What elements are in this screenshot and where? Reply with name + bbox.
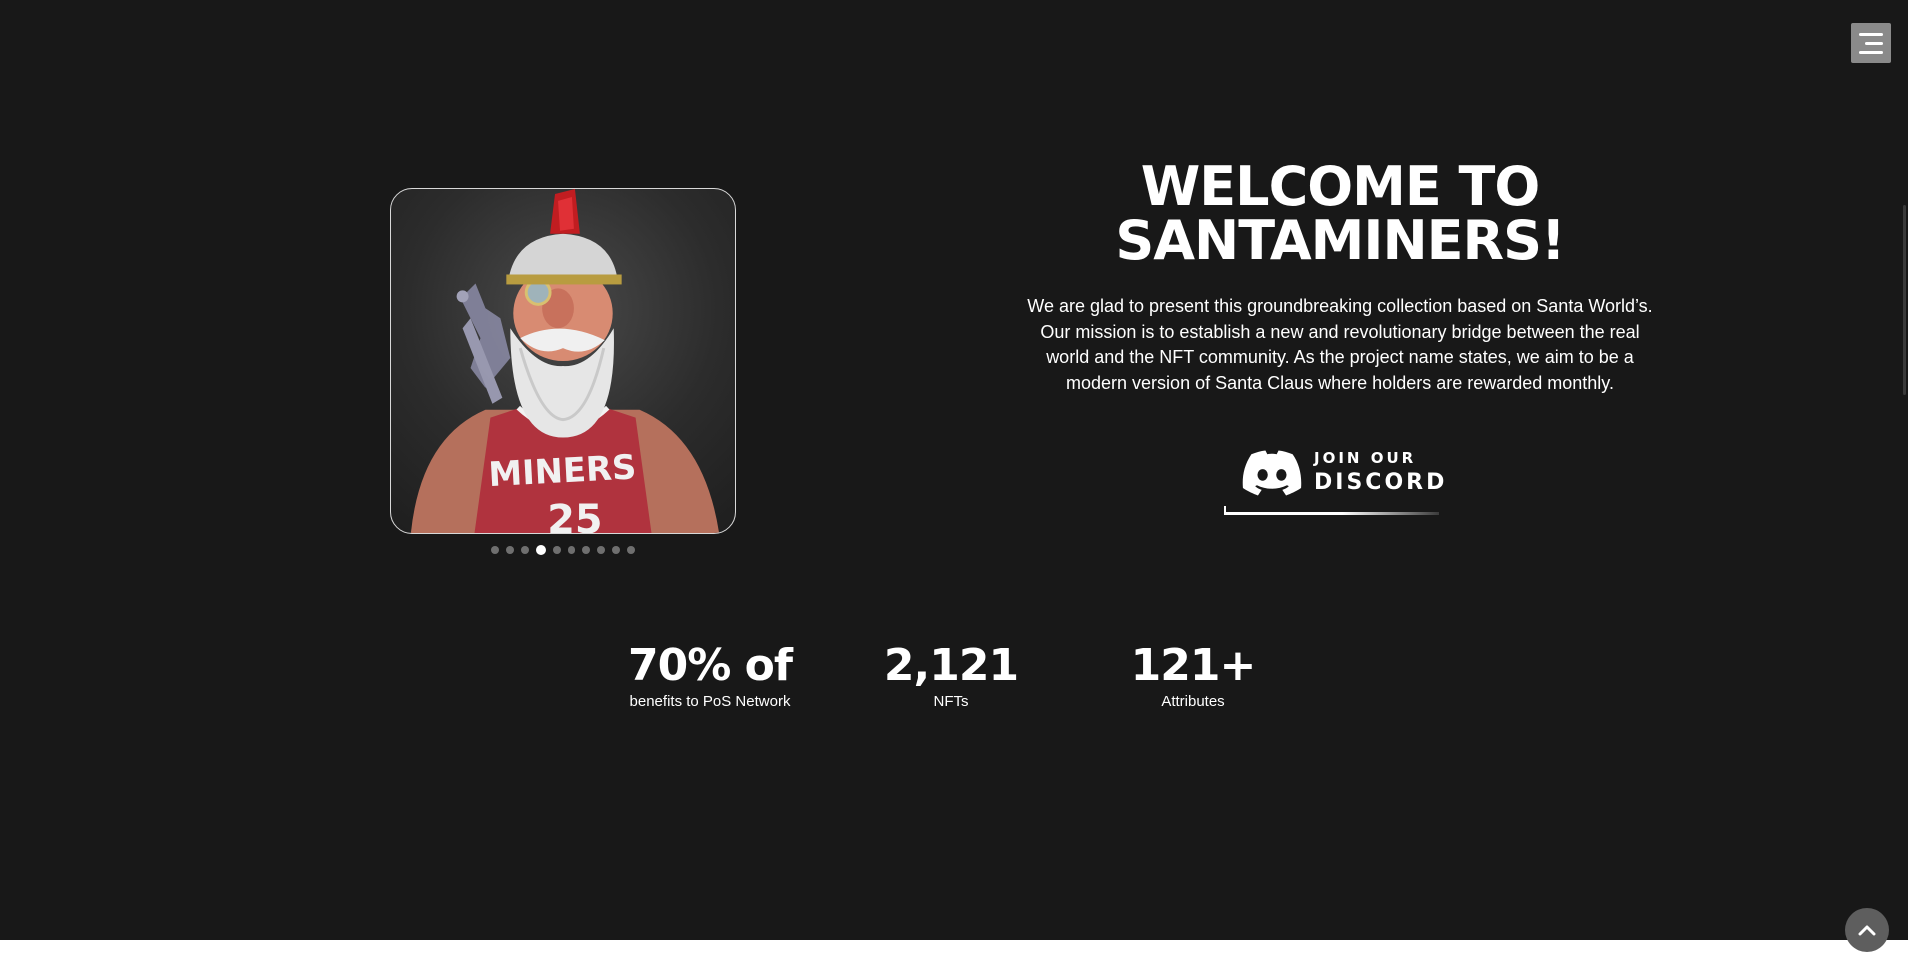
svg-text:25: 25 xyxy=(547,497,602,533)
carousel-dot[interactable] xyxy=(567,546,576,554)
carousel-dot[interactable] xyxy=(627,546,636,554)
carousel-image-frame[interactable]: MINERS 25 xyxy=(390,188,736,534)
stat-label: benefits to PoS Network xyxy=(629,693,791,710)
hamburger-menu-button[interactable] xyxy=(1851,23,1891,63)
discord-button-big-label: DISCORD xyxy=(1314,470,1448,495)
carousel-dot[interactable] xyxy=(491,546,499,554)
carousel-dot-active[interactable] xyxy=(535,545,546,555)
discord-button-small-label: JOIN OUR xyxy=(1314,449,1417,467)
santa-miner-character-image: MINERS 25 xyxy=(410,189,720,533)
stat-label: NFTs xyxy=(933,693,969,710)
join-discord-button[interactable]: JOIN OUR DISCORD xyxy=(1224,444,1444,516)
carousel-dot[interactable] xyxy=(612,546,621,554)
stat-value: 121+ xyxy=(1130,640,1257,691)
page-title: WELCOME TO SANTAMINERS! xyxy=(1040,160,1640,268)
welcome-description: We are glad to present this groundbreaki… xyxy=(1027,296,1653,393)
discord-button-underline xyxy=(1224,506,1439,515)
sword-shape xyxy=(456,283,511,404)
scroll-to-top-button[interactable] xyxy=(1845,908,1889,952)
hamburger-menu-icon-bar xyxy=(1859,32,1883,36)
hamburger-menu-icon-bar xyxy=(1859,50,1883,54)
stat-benefits: 70% of benefits to PoS Network xyxy=(610,640,810,712)
carousel-dot[interactable] xyxy=(597,546,606,554)
svg-text:MINERS: MINERS xyxy=(488,447,638,494)
scrollbar-thumb[interactable] xyxy=(1903,205,1906,395)
stat-attributes: 121+ Attributes xyxy=(1093,640,1293,712)
next-section-edge xyxy=(0,940,1908,975)
stat-nfts: 2,121 NFTs xyxy=(851,640,1051,712)
discord-icon xyxy=(1242,450,1302,496)
chevron-up-icon xyxy=(1858,925,1876,936)
stat-value: 70% of xyxy=(627,640,793,691)
stat-value: 2,121 xyxy=(883,640,1019,691)
carousel-dot[interactable] xyxy=(505,546,514,554)
page: MINERS 25 WELCOME TO SANTAMINERS! We are… xyxy=(0,0,1908,940)
page-title-line1: WELCOME TO xyxy=(1140,155,1541,218)
carousel-dot[interactable] xyxy=(520,546,529,554)
stat-label: Attributes xyxy=(1161,693,1225,710)
hamburger-menu-icon-bar xyxy=(1865,41,1883,45)
page-title-line2: SANTAMINERS! xyxy=(1115,209,1565,272)
carousel-pagination xyxy=(491,545,636,555)
carousel-dot[interactable] xyxy=(552,546,561,554)
carousel-dot[interactable] xyxy=(582,546,591,554)
